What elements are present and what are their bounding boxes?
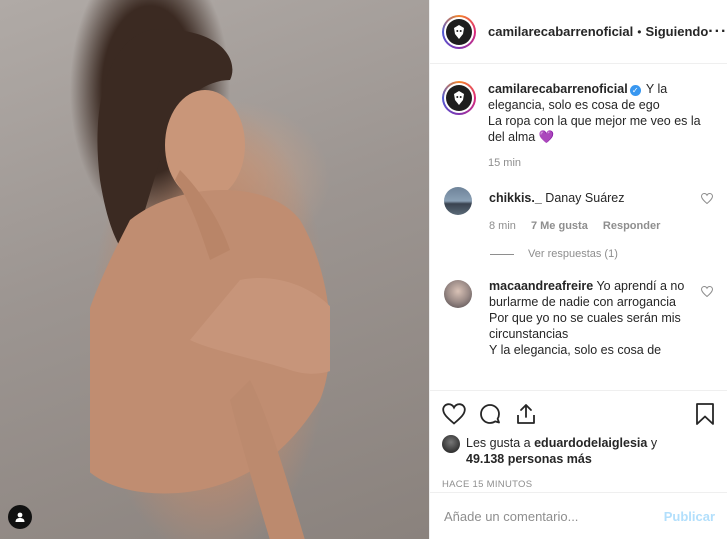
like-heart-icon[interactable] (442, 403, 466, 425)
publish-button[interactable]: Publicar (664, 509, 715, 524)
comments-list[interactable]: camilarecabarrenoficial ✓ Y la elegancia,… (430, 65, 727, 390)
likes-prefix: Les gusta a (466, 436, 535, 450)
comment-item: chikkis._ Danay Suárez 8 min 7 Me gusta … (442, 185, 715, 234)
profile-avatar[interactable] (442, 14, 476, 49)
tagged-user-icon[interactable] (8, 505, 32, 529)
heart-outline-icon[interactable] (700, 192, 714, 207)
more-horizontal-icon[interactable]: ··· (708, 23, 727, 41)
comment-username[interactable]: macaandreafreire (489, 279, 593, 293)
following-button[interactable]: Siguiendo (645, 24, 708, 39)
comment-text-line2: Por que yo no se cuales serán mis circun… (489, 311, 681, 341)
commenter-avatar[interactable] (444, 280, 472, 308)
person-icon (15, 512, 25, 522)
post-timestamp[interactable]: HACE 15 MINUTOS (442, 479, 715, 490)
post-side-panel: camilarecabarrenoficial • Siguiendo ··· … (429, 0, 727, 539)
caption-avatar[interactable] (442, 81, 476, 115)
comment-input[interactable] (444, 508, 664, 524)
purple-heart-emoji: 💜 (538, 130, 555, 144)
post-header: camilarecabarrenoficial • Siguiendo ··· (430, 0, 727, 64)
caption: camilarecabarrenoficial ✓ Y la elegancia,… (442, 81, 715, 171)
comment-likes[interactable]: 7 Me gusta (531, 220, 588, 232)
verified-badge-icon: ✓ (629, 85, 641, 96)
likes-count[interactable]: 49.138 personas más (466, 452, 592, 466)
liker-avatar[interactable] (442, 435, 460, 453)
comment-item: macaandreafreire Yo aprendí a no burlarm… (442, 278, 715, 358)
likes-summary: Les gusta a eduardodelaiglesia y 49.138 … (442, 435, 715, 467)
comment-text: Danay Suárez (541, 191, 625, 205)
post-photo[interactable] (0, 0, 429, 539)
comment-bubble-icon[interactable] (478, 402, 502, 426)
post-actions: Les gusta a eduardodelaiglesia y 49.138 … (430, 390, 727, 490)
replies-divider (490, 253, 514, 255)
caption-text-line2: La ropa con la que mejor me veo es la de… (488, 114, 701, 144)
add-comment-bar: Publicar (430, 492, 727, 539)
header-username[interactable]: camilarecabarrenoficial (488, 24, 633, 39)
caption-username[interactable]: camilarecabarrenoficial (488, 82, 628, 96)
share-upload-icon[interactable] (514, 402, 538, 426)
lion-logo-icon (446, 85, 472, 111)
view-replies-button[interactable]: Ver respuestas (1) (490, 248, 715, 260)
comment-username[interactable]: chikkis._ (489, 191, 542, 205)
likes-middle: y (647, 436, 658, 450)
liker-username[interactable]: eduardodelaiglesia (534, 436, 647, 450)
commenter-avatar[interactable] (444, 187, 472, 215)
comment-time[interactable]: 8 min (489, 220, 516, 232)
header-separator: • (637, 24, 642, 39)
caption-time[interactable]: 15 min (488, 157, 521, 169)
bookmark-icon[interactable] (695, 402, 715, 426)
photo-figure (90, 29, 330, 539)
lion-logo-icon (446, 18, 472, 45)
comment-text-line3: Y la elegancia, solo es cosa de (489, 343, 662, 357)
heart-outline-icon[interactable] (700, 285, 714, 300)
reply-button[interactable]: Responder (603, 220, 660, 232)
view-replies-label: Ver respuestas (1) (528, 248, 618, 260)
